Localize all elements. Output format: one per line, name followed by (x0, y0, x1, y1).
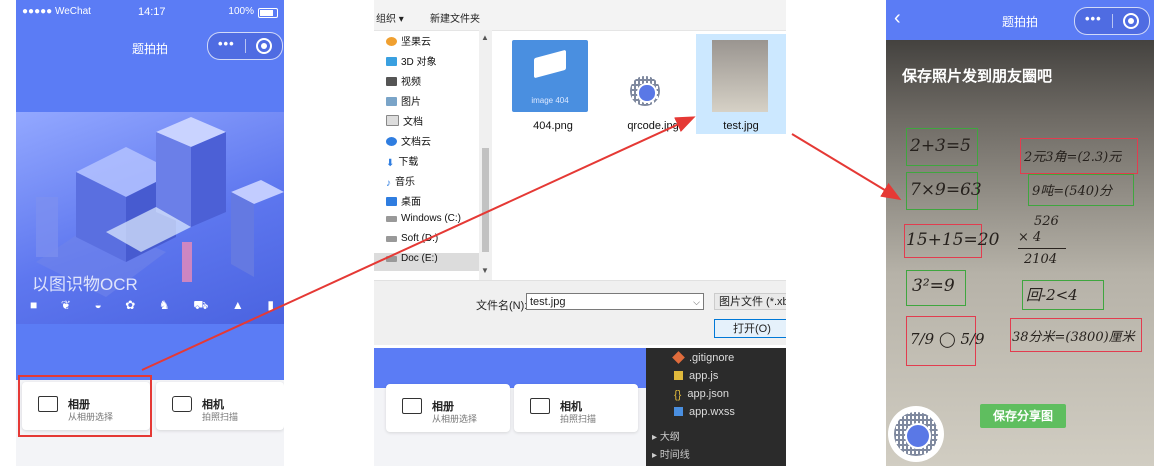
arrow-file-to-result (791, 133, 902, 201)
arrow-album-to-file (141, 116, 696, 371)
flow-arrows (141, 116, 902, 371)
